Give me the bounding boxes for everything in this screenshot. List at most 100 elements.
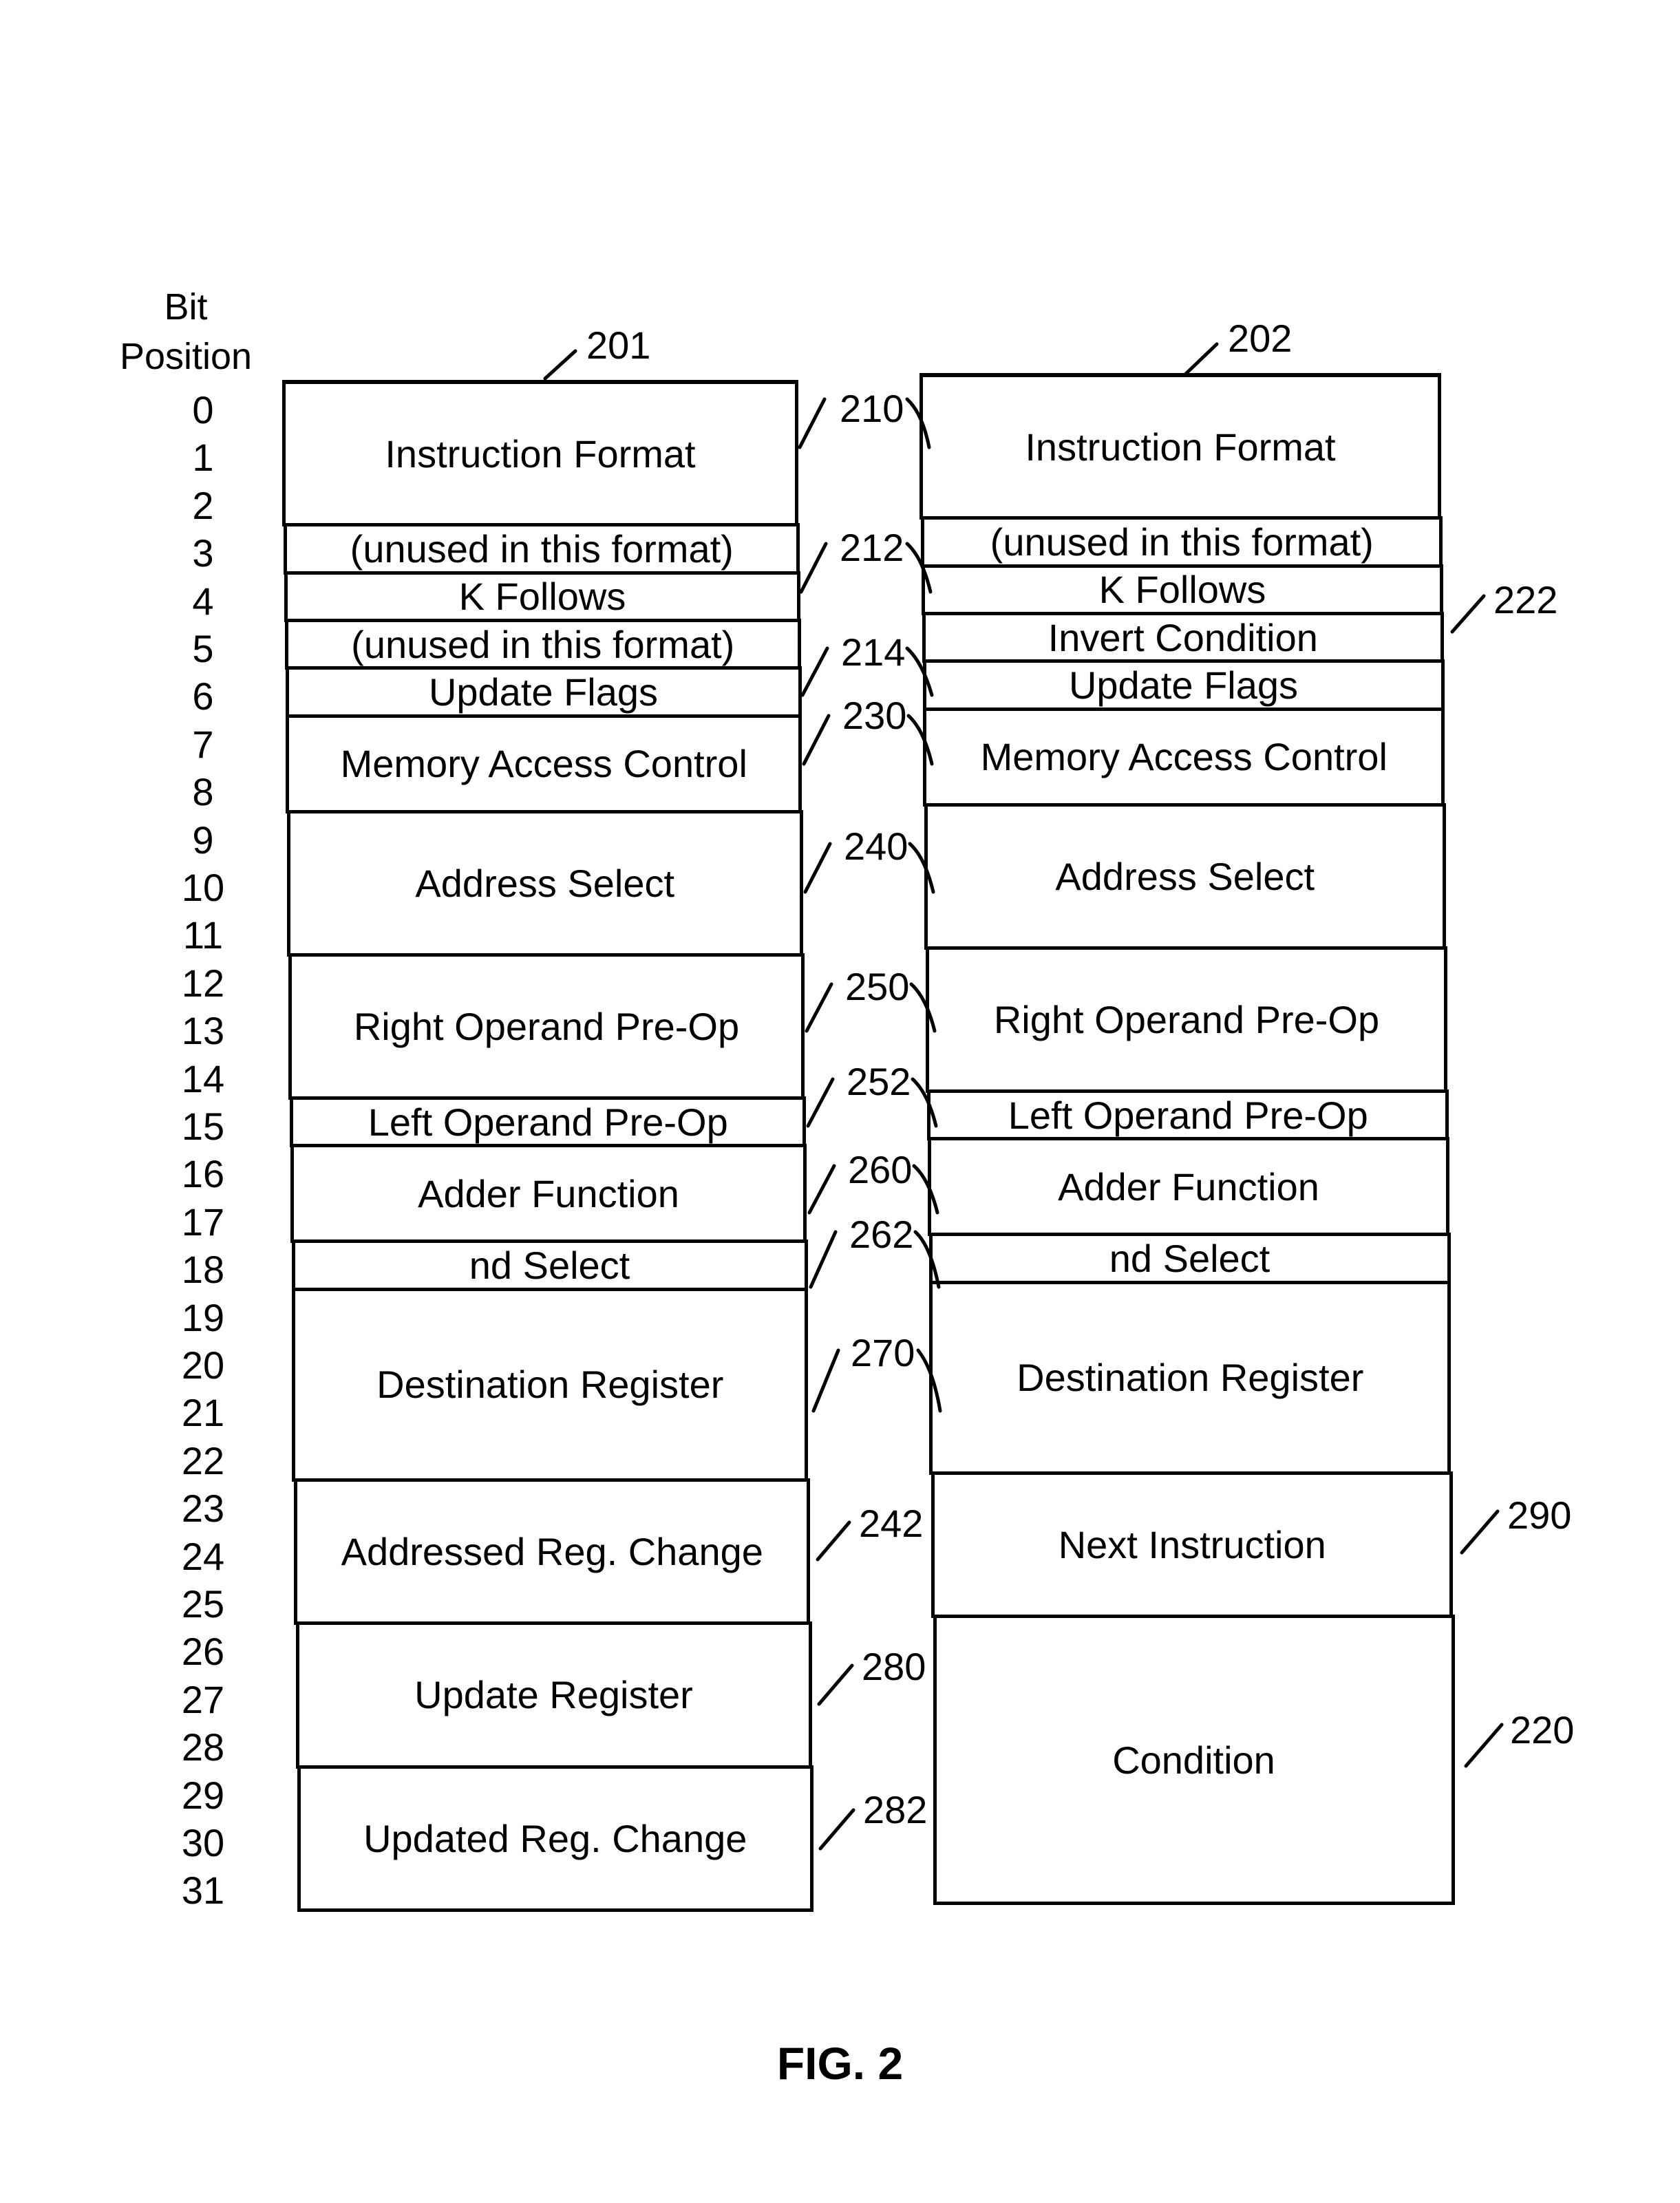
bit-number: 3 xyxy=(192,531,214,575)
field-label: K Follows xyxy=(1098,568,1266,612)
field-update-flags: Update Flags xyxy=(285,666,802,718)
ref-250: 250 xyxy=(845,965,910,1008)
bit-position-header-line2: Position xyxy=(119,336,253,377)
leader-280 xyxy=(817,1663,854,1706)
bit-number: 9 xyxy=(192,818,214,862)
field-label: Adder Function xyxy=(1058,1164,1319,1209)
ref-201: 201 xyxy=(586,323,651,367)
field-addressed-reg-change: Addressed Reg. Change xyxy=(294,1478,811,1626)
field-label: (unused in this format) xyxy=(990,520,1374,564)
bit-number: 24 xyxy=(181,1534,225,1578)
ref-260: 260 xyxy=(848,1148,913,1191)
bit-number: 1 xyxy=(192,436,214,480)
bit-number: 16 xyxy=(181,1152,225,1196)
bit-number: 28 xyxy=(181,1725,225,1769)
field-nd-select: nd Select xyxy=(928,1233,1451,1284)
field-k-follows: K Follows xyxy=(922,564,1443,615)
bit-number: 27 xyxy=(181,1677,225,1721)
bit-position-header-line1: Bit xyxy=(164,286,208,328)
field-label: nd Select xyxy=(469,1243,630,1287)
field-nd-select: nd Select xyxy=(291,1239,808,1291)
field-label: Destination Register xyxy=(1017,1356,1364,1400)
field-label: Instruction Format xyxy=(385,432,696,476)
ref-230: 230 xyxy=(842,694,907,737)
field-label: Memory Access Control xyxy=(340,742,747,786)
bit-number: 23 xyxy=(181,1487,225,1531)
leader-290 xyxy=(1460,1509,1500,1555)
field-right-operand-pre-op: Right Operand Pre-Op xyxy=(288,952,805,1100)
field-memory-access-control: Memory Access Control xyxy=(923,707,1445,807)
bit-number: 20 xyxy=(181,1343,225,1387)
leader-260-left xyxy=(807,1164,836,1215)
field-instruction-format: Instruction Format xyxy=(282,380,798,527)
ref-282: 282 xyxy=(863,1788,928,1831)
bit-number: 8 xyxy=(192,770,214,814)
field-label: Invert Condition xyxy=(1048,615,1318,659)
field-label: Adder Function xyxy=(418,1171,679,1215)
field-left-operand-pre-op: Left Operand Pre-Op xyxy=(290,1096,807,1148)
field-update-register: Update Register xyxy=(295,1621,812,1769)
leader-230-left xyxy=(802,714,831,766)
leader-250-left xyxy=(805,982,833,1033)
ref-202: 202 xyxy=(1228,317,1293,360)
leader-270-left xyxy=(811,1348,840,1413)
field-left-operand-pre-op: Left Operand Pre-Op xyxy=(927,1089,1449,1141)
bit-number: 21 xyxy=(181,1391,225,1435)
field-label: Left Operand Pre-Op xyxy=(368,1100,728,1144)
ref-262: 262 xyxy=(849,1213,914,1256)
leader-202 xyxy=(1183,342,1219,376)
field-adder-function: Adder Function xyxy=(928,1137,1449,1237)
field-unused-in-this-format: (unused in this format) xyxy=(284,523,800,575)
bit-number: 22 xyxy=(181,1438,225,1482)
bit-number: 7 xyxy=(192,722,214,766)
ref-290: 290 xyxy=(1507,1493,1572,1537)
ref-214: 214 xyxy=(841,630,906,674)
bit-number: 13 xyxy=(181,1009,225,1053)
leader-242 xyxy=(816,1520,851,1562)
field-label: Address Select xyxy=(1055,854,1315,898)
field-label: Memory Access Control xyxy=(980,735,1387,779)
field-invert-condition: Invert Condition xyxy=(922,612,1444,663)
ref-242: 242 xyxy=(859,1502,924,1545)
field-label: (unused in this format) xyxy=(350,526,734,571)
field-label: Update Register xyxy=(414,1673,693,1717)
field-right-operand-pre-op: Right Operand Pre-Op xyxy=(926,946,1447,1093)
bit-number: 25 xyxy=(181,1582,225,1626)
field-address-select: Address Select xyxy=(924,802,1446,950)
field-adder-function: Adder Function xyxy=(290,1144,807,1244)
ref-220: 220 xyxy=(1510,1708,1575,1752)
ref-212: 212 xyxy=(840,526,904,569)
field-destination-register: Destination Register xyxy=(292,1287,809,1482)
bit-number: 14 xyxy=(181,1056,225,1100)
leader-262-left xyxy=(809,1230,838,1289)
leader-214-left xyxy=(800,646,829,697)
bit-number: 17 xyxy=(181,1200,225,1244)
bit-number: 30 xyxy=(181,1821,225,1864)
bit-number: 15 xyxy=(181,1105,225,1148)
field-destination-register: Destination Register xyxy=(929,1280,1452,1476)
bit-number: 19 xyxy=(181,1295,225,1339)
field-updated-reg-change: Updated Reg. Change xyxy=(297,1765,814,1912)
field-unused-in-this-format: (unused in this format) xyxy=(921,516,1443,568)
leader-240-left xyxy=(803,842,832,894)
field-label: Destination Register xyxy=(376,1363,724,1407)
leader-212-left xyxy=(799,542,828,594)
field-label: Condition xyxy=(1112,1738,1275,1782)
leader-201 xyxy=(543,349,577,381)
field-instruction-format: Instruction Format xyxy=(919,373,1441,520)
ref-210: 210 xyxy=(840,387,904,430)
field-label: Address Select xyxy=(415,861,675,905)
field-label: Instruction Format xyxy=(1025,425,1336,469)
leader-220 xyxy=(1464,1723,1504,1768)
field-label: Right Operand Pre-Op xyxy=(353,1004,740,1048)
field-label: Right Operand Pre-Op xyxy=(993,997,1380,1041)
ref-252: 252 xyxy=(847,1060,911,1103)
bit-number: 10 xyxy=(181,866,225,909)
bit-number: 0 xyxy=(192,388,214,432)
bit-number: 11 xyxy=(182,913,224,957)
field-address-select: Address Select xyxy=(286,809,803,957)
ref-222: 222 xyxy=(1493,578,1558,621)
field-label: (unused in this format) xyxy=(351,622,735,666)
field-label: Update Flags xyxy=(1068,663,1299,707)
bit-number: 2 xyxy=(192,483,214,527)
